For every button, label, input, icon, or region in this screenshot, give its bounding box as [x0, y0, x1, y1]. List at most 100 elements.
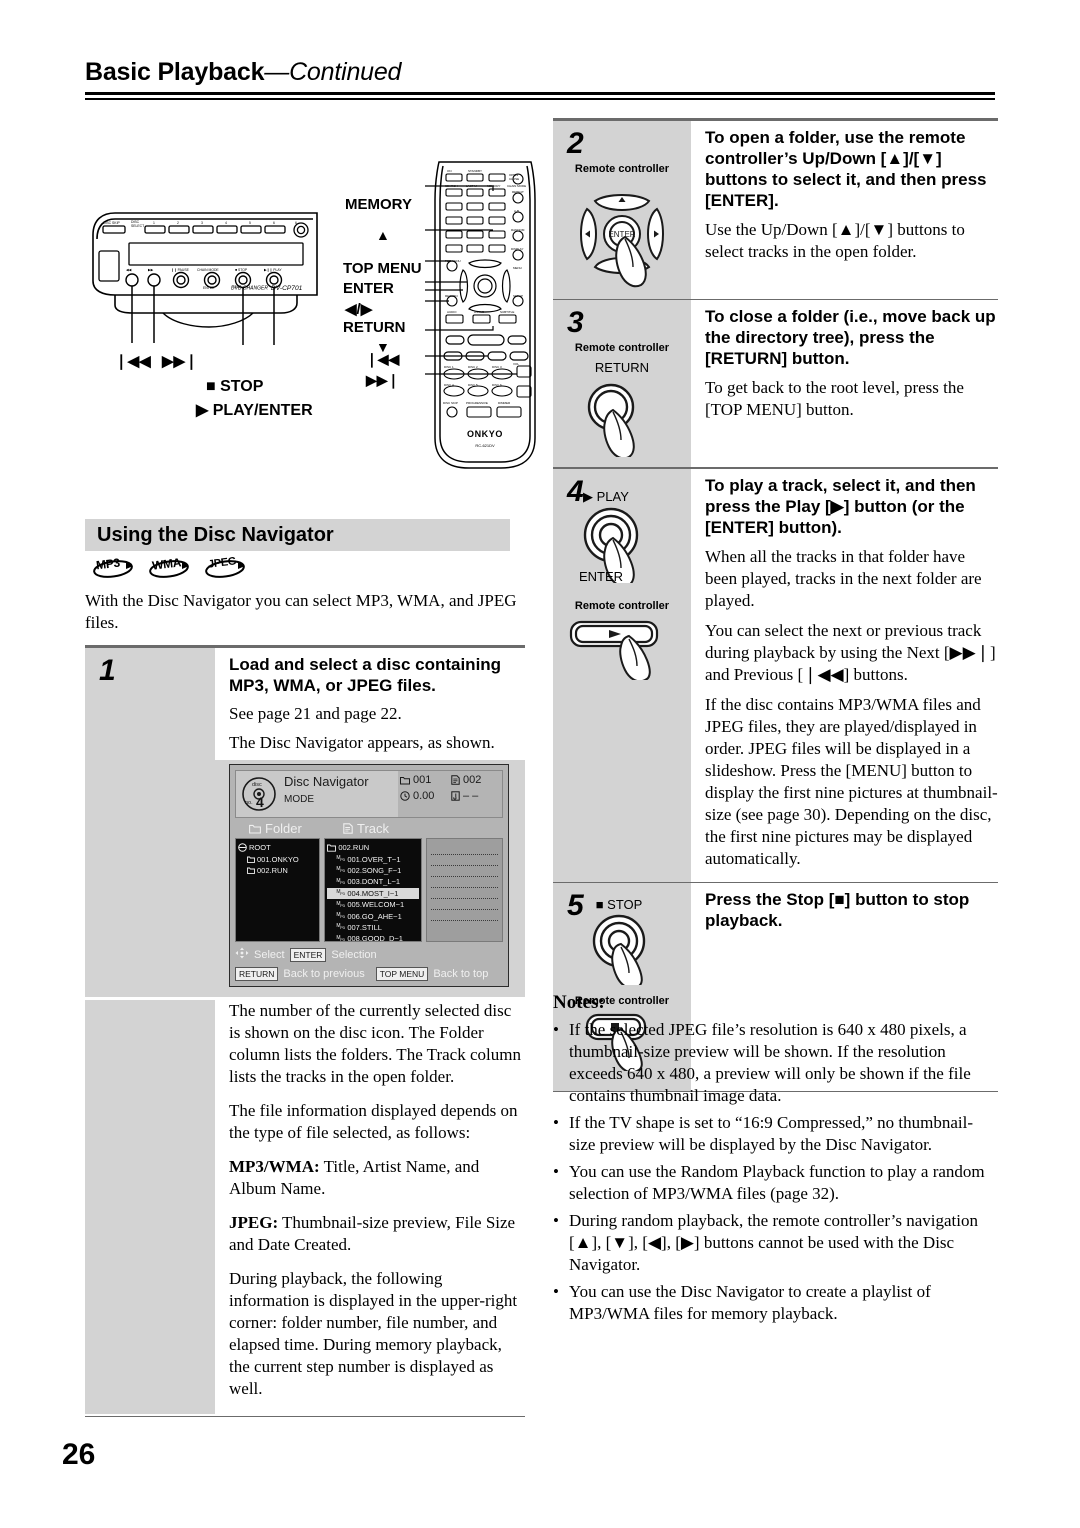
list-item[interactable]: 002.RUN — [327, 842, 418, 853]
disc-navigator-legend: Select ENTER Selection RETURN Back to pr… — [235, 946, 503, 981]
disc-navigator-screenshot-holder: disc no. 4 Disc Navigator MODE 001 002 0… — [85, 760, 525, 997]
svg-text:4: 4 — [225, 221, 227, 225]
note-text: If the selected JPEG file’s resolution i… — [569, 1020, 971, 1105]
step-1-para-1: See page 21 and page 22. — [229, 704, 402, 723]
svg-text:◀◀: ◀◀ — [126, 268, 132, 272]
svg-text:CHAIN MODE: CHAIN MODE — [197, 268, 219, 272]
svg-text:ANGLE: ANGLE — [474, 310, 484, 314]
left-gutter-fill — [85, 1000, 215, 1414]
page-header: Basic Playback—Continued — [85, 58, 995, 87]
definition-term-jpeg: JPEG: — [229, 1213, 279, 1232]
section-intro-text: With the Disc Navigator you can select M… — [85, 591, 517, 632]
list-item-label: 002.RUN — [257, 865, 288, 875]
body-para-1: The number of the currently selected dis… — [229, 1001, 521, 1086]
list-item-label: 006.GO_AHE~1 — [347, 911, 402, 921]
preview-line — [430, 888, 498, 899]
manual-page: Basic Playback—Continued DISC SKIP DISC … — [0, 0, 1080, 1528]
list-item[interactable]: MP3 001.OVER_T~1 — [327, 853, 418, 864]
list-item[interactable]: MP3 007.STILL — [327, 922, 418, 933]
svg-text:ONKYO: ONKYO — [467, 429, 503, 439]
step-4-play-label: ▶ PLAY — [583, 488, 629, 504]
callout-stop-front: ■ STOP — [206, 378, 264, 395]
status-folder: 001 — [400, 774, 448, 786]
column-header-folder: Folder — [235, 821, 335, 836]
note-item: • You can use the Random Playback functio… — [553, 1161, 998, 1205]
legend-back-previous-text: Back to previous — [283, 968, 365, 980]
svg-text:RANDOM: RANDOM — [511, 228, 525, 232]
legend-key-enter: ENTER — [289, 948, 327, 962]
bullet-icon: • — [553, 1113, 559, 1132]
list-item[interactable]: MP3 004.MOST_I~1 — [327, 887, 419, 899]
step-4-art-cell: 4 ▶ PLAY ENTER Remote controller — [553, 468, 691, 882]
disc-navigator-title: Disc Navigator — [284, 774, 369, 789]
svg-text:DV-CP701: DV-CP701 — [271, 285, 303, 292]
list-item-label: ROOT — [249, 843, 271, 853]
list-item[interactable]: 002.RUN — [238, 865, 317, 876]
body-para-2: The file information displayed depends o… — [229, 1101, 518, 1142]
step-3-button-label: RETURN — [594, 360, 650, 376]
step-2-text-cell: To open a folder, use the remote control… — [691, 121, 998, 299]
list-item[interactable]: 001.ONKYO — [238, 853, 317, 864]
callout-memory: MEMORY — [345, 196, 412, 213]
list-item[interactable]: MP3 006.GO_AHE~1 — [327, 910, 418, 921]
return-button-illustration — [553, 377, 691, 458]
folder-open-icon — [327, 844, 337, 852]
track-list-pane[interactable]: 002.RUN MP3 001.OVER_T~1 MP3 002.SONG_F~1 MP3… — [324, 838, 422, 942]
svg-text:5: 5 — [249, 221, 251, 225]
left-column-body: The number of the currently selected dis… — [85, 1000, 525, 1418]
page-title-main: Basic Playback — [85, 58, 265, 86]
page-title-continued: —Continued — [264, 58, 402, 86]
remote-controller-illustration: ON STANDBY OPEN/CLOSE SEARCH LAST M MEMORY… — [425, 160, 545, 480]
step-4-para-1: When all the tracks in that folder have … — [705, 546, 982, 610]
svg-text:3: 3 — [201, 221, 203, 225]
mp3-icon: MP3 — [336, 866, 345, 874]
status-step-value: – – — [463, 790, 479, 802]
mp3-icon: MP3 — [336, 889, 345, 897]
folder-icon — [249, 824, 261, 834]
stop-knob-illustration — [553, 913, 691, 985]
note-text: If the TV shape is set to “16:9 Compress… — [569, 1113, 973, 1154]
definition-mp3wma: MP3/WMA: Title, Artist Name, and Album N… — [229, 1156, 525, 1200]
file-icon — [451, 775, 460, 785]
list-item[interactable]: ROOT — [238, 842, 317, 853]
svg-text:ENTER: ENTER — [203, 286, 215, 290]
column-header-track: Track — [335, 821, 445, 836]
svg-text:1: 1 — [153, 221, 155, 225]
step-3-art-cell: 3 Remote controller RETURN — [553, 300, 691, 468]
list-item-label: 001.ONKYO — [257, 854, 299, 864]
step-2-art-cell: 2 Remote controller ENTER — [553, 121, 691, 299]
svg-text:SUBTITLE: SUBTITLE — [500, 310, 514, 314]
mp3-icon: MP3 — [336, 900, 345, 908]
step-4-device-label: Remote controller — [574, 599, 670, 612]
status-time: 0.00 — [400, 790, 448, 802]
right-column: 2 Remote controller ENTER To open a fold… — [553, 118, 998, 1093]
folder-icon — [247, 867, 255, 874]
front-panel-illustration: DISC SKIP DISC SELECT 123 456 6 ◀◀ ▶▶ ❙❙ P… — [85, 195, 345, 345]
bullet-icon: • — [553, 1020, 559, 1039]
notes-section: Notes: • If the selected JPEG file’s reso… — [553, 992, 998, 1325]
bullet-icon: • — [553, 1162, 559, 1181]
svg-text:CHAIN MODE: CHAIN MODE — [507, 184, 526, 188]
folder-list-pane[interactable]: ROOT 001.ONKYO 002.RUN — [235, 838, 321, 942]
list-item-label: 002.RUN — [338, 843, 370, 853]
svg-text:AUDIO: AUDIO — [447, 310, 457, 314]
list-item[interactable]: MP3 003.DONT_L~1 — [327, 876, 418, 887]
legend-row-1: Select ENTER Selection — [235, 946, 503, 964]
svg-text:SELECT: SELECT — [131, 224, 144, 228]
list-item-label: 002.SONG_F~1 — [347, 865, 402, 875]
legend-selection-text: Selection — [331, 949, 377, 961]
callout-previous-front: ❘◀◀ — [115, 353, 151, 370]
list-item[interactable]: MP3 008.GOOD_D~1 — [327, 933, 418, 941]
callout-next-remote: ▶▶❘ — [366, 372, 400, 388]
mp3-icon: MP3 — [336, 923, 345, 931]
legend-key-top-menu: TOP MENU — [375, 967, 429, 981]
svg-text:STANDBY: STANDBY — [468, 169, 482, 173]
step-1-para-2: The Disc Navigator appears, as shown. — [229, 733, 495, 752]
list-item[interactable]: MP3 002.SONG_F~1 — [327, 865, 418, 876]
svg-text:❙❙ PAUSE: ❙❙ PAUSE — [171, 268, 190, 272]
list-item[interactable]: MP3 005.WELCOM~1 — [327, 899, 418, 910]
callout-top-menu: TOP MENU — [343, 260, 422, 277]
dpad-icon — [235, 946, 249, 964]
preview-line — [430, 844, 498, 855]
step-5-stop-label: ■ STOP — [595, 896, 643, 912]
